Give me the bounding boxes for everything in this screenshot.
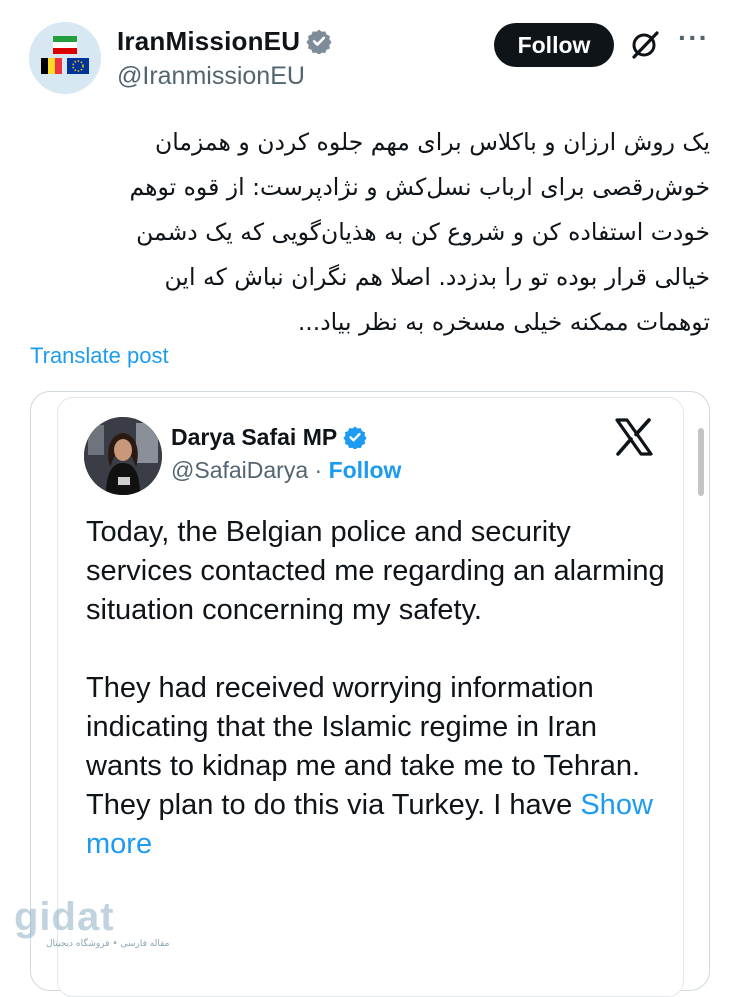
flags-logo-icon xyxy=(29,22,101,94)
verified-badge-icon xyxy=(306,28,332,61)
x-logo-icon[interactable] xyxy=(614,418,654,456)
post-body-line: یک روش ارزان و باکلاس برای مهم جلوه کردن… xyxy=(154,128,710,156)
post-body: یک روش ارزان و باکلاس برای مهم جلوه کردن… xyxy=(30,120,710,345)
watermark-subtitle: مقاله فارسی • فروشگاه دیجیتال xyxy=(46,939,170,949)
grok-icon[interactable] xyxy=(628,28,662,62)
embed-scrollbar[interactable] xyxy=(698,428,704,496)
quoted-paragraph-text: They plan to do this via Turkey. I have xyxy=(86,789,573,821)
follow-button[interactable]: Follow xyxy=(494,23,614,67)
quoted-paragraph: They had received worrying information i… xyxy=(86,672,641,782)
quoted-paragraph-truncated: They plan to do this via Turkey. I have … xyxy=(86,786,666,864)
quoted-author-name[interactable]: Darya Safai MP xyxy=(171,424,367,455)
quoted-tweet-body: Today, the Belgian police and security s… xyxy=(86,513,666,864)
quoted-follow-link[interactable]: Follow xyxy=(329,457,402,483)
quoted-handle-row: @SafaiDarya · Follow xyxy=(171,457,401,484)
post-header: IranMissionEU @IranmissionEU Follow ··· xyxy=(0,0,740,110)
handle-separator: · xyxy=(308,457,329,483)
watermark-logo: gidat xyxy=(14,895,115,939)
quoted-paragraph: Today, the Belgian police and security s… xyxy=(86,516,665,626)
quoted-author-name-text[interactable]: Darya Safai MP xyxy=(171,424,337,450)
post-body-line: خودت استفاده کن و شروع کن به هذیان‌گویی … xyxy=(136,218,710,246)
quoted-author-handle[interactable]: @SafaiDarya xyxy=(171,457,308,483)
author-name-text[interactable]: IranMissionEU xyxy=(117,26,300,56)
translate-post-link[interactable]: Translate post xyxy=(30,343,169,369)
author-handle[interactable]: @IranmissionEU xyxy=(117,62,305,91)
post-body-line: توهمات ممکنه خیلی مسخره به نظر بیاد... xyxy=(297,308,710,336)
more-icon[interactable]: ··· xyxy=(678,22,709,54)
person-photo-icon xyxy=(84,417,162,495)
author-name[interactable]: IranMissionEU xyxy=(117,26,332,61)
quoted-author-avatar[interactable] xyxy=(84,417,162,495)
author-avatar[interactable] xyxy=(29,22,101,94)
post-body-line: خوش‌رقصی برای ارباب نسل‌کش و نژادپرست: ا… xyxy=(129,173,710,201)
verified-badge-icon xyxy=(343,425,367,455)
post-body-line: خیالی قرار بوده تو را بدزدد. اصلا هم نگر… xyxy=(164,263,710,291)
